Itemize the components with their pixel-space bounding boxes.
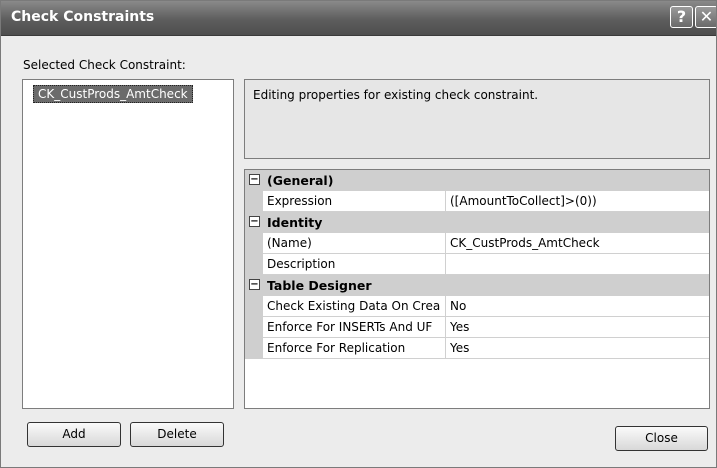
close-button[interactable]: Close [615,426,708,451]
list-item[interactable]: CK_CustProds_AmtCheck [33,85,193,103]
property-row-name[interactable]: (Name) CK_CustProds_AmtCheck [245,233,709,254]
constraint-list[interactable]: CK_CustProds_AmtCheck [22,79,234,409]
category-label: Table Designer [267,278,372,293]
description-box: Editing properties for existing check co… [244,79,710,159]
help-icon: ? [676,7,687,26]
row-gutter [245,254,263,275]
property-name: Expression [263,191,446,212]
row-gutter [245,296,263,317]
property-name: Description [263,254,446,275]
property-row-expression[interactable]: Expression ([AmountToCollect]>(0)) [245,191,709,212]
row-gutter [245,338,263,359]
row-gutter [245,317,263,338]
property-row-description[interactable]: Description [245,254,709,275]
row-gutter [245,233,263,254]
row-gutter [245,191,263,212]
help-button[interactable]: ? [670,6,693,28]
property-name: (Name) [263,233,446,254]
selected-constraint-label: Selected Check Constraint: [23,58,186,72]
check-constraints-dialog: Check Constraints ? ✕ Selected Check Con… [0,0,717,468]
property-name: Enforce For Replication [263,338,446,359]
close-icon: ✕ [699,7,714,26]
category-label: (General) [267,173,334,188]
property-value[interactable]: Yes [446,338,709,359]
category-table-designer[interactable]: − Table Designer [245,275,709,296]
category-general[interactable]: − (General) [245,170,709,191]
collapse-icon[interactable]: − [249,279,260,290]
category-identity[interactable]: − Identity [245,212,709,233]
property-value[interactable] [446,254,709,275]
delete-button[interactable]: Delete [130,422,224,447]
property-row-enforce-inserts[interactable]: Enforce For INSERTs And UF Yes [245,317,709,338]
property-name: Enforce For INSERTs And UF [263,317,446,338]
property-value[interactable]: ([AmountToCollect]>(0)) [446,191,709,212]
window-title: Check Constraints [11,9,155,25]
property-value[interactable]: CK_CustProds_AmtCheck [446,233,709,254]
collapse-icon[interactable]: − [249,216,260,227]
property-name: Check Existing Data On Crea [263,296,446,317]
window-close-button[interactable]: ✕ [695,6,716,28]
property-row-enforce-replication[interactable]: Enforce For Replication Yes [245,338,709,359]
title-bar[interactable]: Check Constraints ? ✕ [1,1,716,36]
add-button[interactable]: Add [27,422,121,447]
property-value[interactable]: Yes [446,317,709,338]
description-text: Editing properties for existing check co… [253,88,539,102]
property-value[interactable]: No [446,296,709,317]
property-row-check-existing[interactable]: Check Existing Data On Crea No [245,296,709,317]
category-label: Identity [267,215,323,230]
property-grid[interactable]: − (General) Expression ([AmountToCollect… [244,169,710,409]
collapse-icon[interactable]: − [249,174,260,185]
